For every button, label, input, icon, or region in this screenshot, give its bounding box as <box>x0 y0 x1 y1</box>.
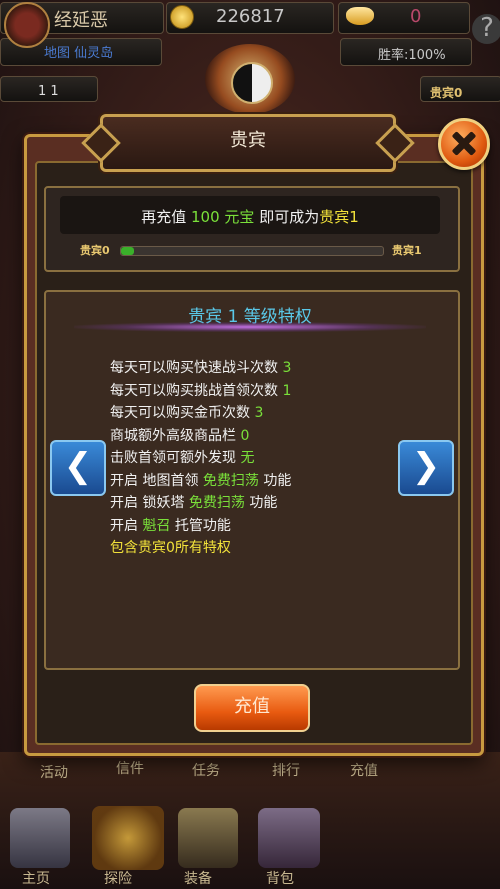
privilege-item: 开启 地图首领 免费扫荡 功能 <box>110 470 291 493</box>
recharge-button[interactable]: 充值 <box>194 684 310 732</box>
privilege-item: 每天可以购买金币次数 3 <box>110 402 291 425</box>
privilege-text: 商城额外高级商品栏 <box>110 427 236 444</box>
inherit-privileges: 包含贵宾0所有特权 <box>110 540 231 556</box>
next-level-button[interactable]: ❯ <box>398 440 454 496</box>
progress-prefix: 再充值 <box>141 208 187 226</box>
privilege-item: 每天可以购买挑战首领次数 1 <box>110 380 291 403</box>
progress-message: 再充值 100 元宝 即可成为贵宾1 <box>60 206 440 227</box>
privilege-item: 开启 魁召 托管功能 <box>110 515 291 538</box>
nav-mail[interactable]: 信件 <box>116 758 144 778</box>
feature-name: 锁妖塔 <box>142 495 185 511</box>
privilege-value: 3 <box>254 405 264 421</box>
privilege-item: 每天可以购买快速战斗次数 3 <box>110 357 291 380</box>
small-counter: 1 1 <box>38 84 59 99</box>
nav-backpack[interactable]: 背包 <box>266 868 294 888</box>
privilege-value: 3 <box>282 360 292 376</box>
privilege-value: 无 <box>240 450 255 466</box>
yuanbao-value: 0 <box>410 6 422 27</box>
feature-highlight: 免费扫荡 <box>188 495 245 511</box>
privilege-list: 每天可以购买快速战斗次数 3 每天可以购买挑战首领次数 1 每天可以购买金币次数… <box>110 357 291 560</box>
gold-coin-icon <box>170 5 194 29</box>
feature-suffix: 托管功能 <box>174 517 231 534</box>
nav-equipment[interactable]: 装备 <box>184 868 212 888</box>
feature-highlight: 免费扫荡 <box>202 472 259 489</box>
nav-ranking[interactable]: 排行 <box>272 760 300 780</box>
recharge-amount: 100 元宝 <box>191 208 255 226</box>
map-label[interactable]: 地图 仙灵岛 <box>44 42 113 61</box>
nav-home[interactable]: 主页 <box>22 868 50 888</box>
vip-progress-bar <box>120 246 384 256</box>
feature-suffix: 功能 <box>263 472 292 489</box>
player-name: 经延恶 <box>54 10 108 31</box>
chevron-right-icon: ❯ <box>411 446 441 486</box>
yin-yang-icon[interactable] <box>231 62 273 104</box>
home-icon[interactable] <box>10 808 70 868</box>
chevron-left-icon: ❮ <box>63 446 93 486</box>
nav-activity[interactable]: 活动 <box>40 762 68 782</box>
vip-to-label: 贵宾1 <box>392 244 422 257</box>
vip-level-badge[interactable]: 贵宾0 <box>430 84 462 101</box>
feature-name: 地图首领 <box>142 472 199 489</box>
progress-middle: 即可成为 <box>259 208 320 226</box>
nav-explore[interactable]: 探险 <box>104 868 132 888</box>
feature-prefix: 开启 <box>110 495 138 511</box>
target-vip: 贵宾1 <box>319 208 359 226</box>
vip-from-label: 贵宾0 <box>80 244 110 257</box>
feature-highlight: 魁召 <box>142 517 171 534</box>
feature-prefix: 开启 <box>110 472 138 489</box>
dialog-title: 贵宾 <box>230 130 266 151</box>
nav-recharge[interactable]: 充值 <box>350 760 378 780</box>
privilege-item: 商城额外高级商品栏 0 <box>110 425 291 448</box>
feature-suffix: 功能 <box>249 495 278 511</box>
win-rate: 胜率:100% <box>378 48 446 63</box>
help-button[interactable]: ? <box>472 14 500 44</box>
privilege-text: 每天可以购买金币次数 <box>110 405 250 421</box>
privilege-item: 击败首领可额外发现 无 <box>110 447 291 470</box>
feature-prefix: 开启 <box>110 517 138 534</box>
privilege-value: 0 <box>240 427 250 444</box>
privilege-text: 每天可以购买快速战斗次数 <box>110 360 278 376</box>
yuanbao-ingot-icon <box>346 7 374 25</box>
privilege-item: 开启 锁妖塔 免费扫荡 功能 <box>110 492 291 515</box>
nav-tasks[interactable]: 任务 <box>192 760 220 780</box>
gold-value: 226817 <box>216 6 285 27</box>
privilege-value: 1 <box>282 382 292 399</box>
vip-progress-fill <box>121 247 135 255</box>
top-hud: 经延恶 226817 0 ? 地图 仙灵岛 胜率:100% 1 1 贵宾0 <box>0 0 500 114</box>
title-glow-divider <box>74 322 426 332</box>
close-button[interactable] <box>438 118 490 170</box>
prev-level-button[interactable]: ❮ <box>50 440 106 496</box>
bottom-nav: 活动 信件 任务 排行 充值 主页 探险 装备 背包 <box>0 752 500 889</box>
explore-icon[interactable] <box>92 806 164 870</box>
privilege-text: 每天可以购买挑战首领次数 <box>110 382 278 399</box>
equipment-icon[interactable] <box>178 808 238 868</box>
backpack-icon[interactable] <box>258 808 320 868</box>
privilege-text: 击败首领可额外发现 <box>110 450 236 466</box>
privilege-item: 包含贵宾0所有特权 <box>110 537 291 560</box>
